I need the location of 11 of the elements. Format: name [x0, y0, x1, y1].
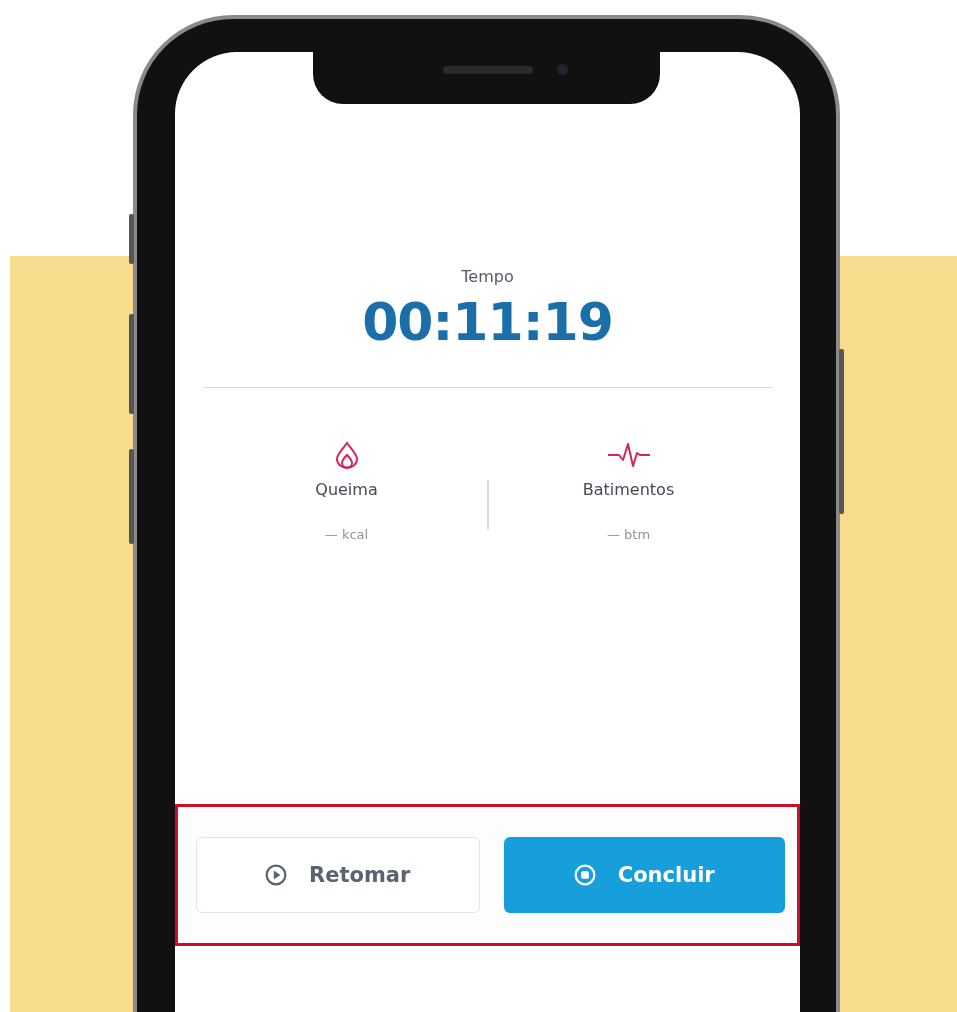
stat-label: Queima: [315, 480, 378, 499]
resume-button[interactable]: Retomar: [196, 837, 480, 913]
stop-icon: [573, 864, 596, 886]
stat-value: — kcal: [324, 527, 369, 542]
stat-label: Batimentos: [582, 480, 675, 499]
time-label: Tempo: [461, 267, 514, 286]
camera-lens: [557, 64, 568, 75]
play-icon: [265, 864, 288, 886]
heartbeat-icon: [606, 440, 651, 470]
stat-value: — btm: [606, 527, 651, 542]
elapsed-time: 00:11:19: [362, 292, 613, 352]
